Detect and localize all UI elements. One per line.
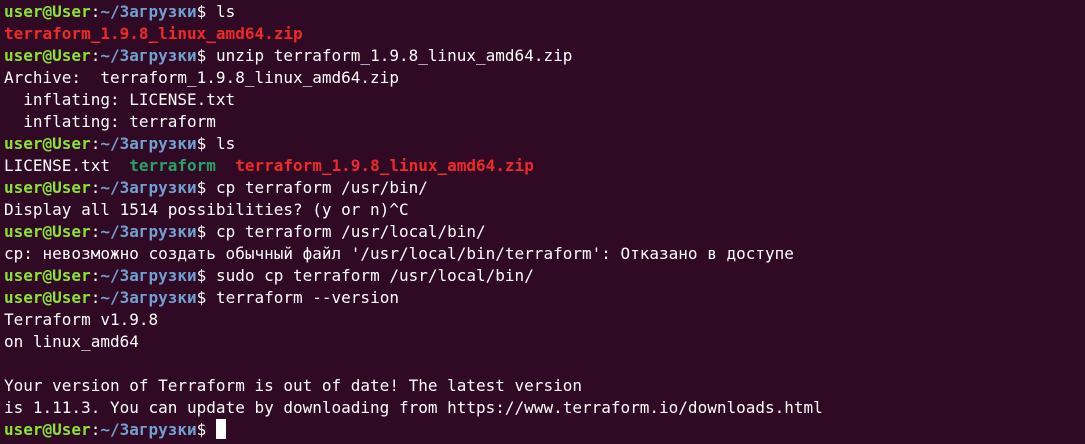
command-text: ls (215, 2, 236, 21)
prompt-colon: : (90, 222, 101, 241)
output-line: Display all 1514 possibilities? (y or n)… (4, 200, 409, 219)
prompt-symbol: $ (196, 46, 216, 65)
prompt-symbol: $ (196, 178, 216, 197)
output-line: inflating: terraform (4, 112, 216, 131)
prompt-user: user@User (4, 46, 91, 65)
prompt-line: user@User:~/Загрузки$ ls (4, 133, 1085, 155)
command-text: terraform --version (215, 288, 399, 307)
prompt-user: user@User (4, 288, 91, 307)
prompt-user: user@User (4, 178, 91, 197)
command-text: cp terraform /usr/local/bin/ (215, 222, 486, 241)
prompt-line: user@User:~/Загрузки$ sudo cp terraform … (4, 265, 1085, 287)
prompt-user: user@User (4, 2, 91, 21)
prompt-path: ~/Загрузки (100, 134, 197, 153)
prompt-path: ~/Загрузки (100, 420, 197, 439)
prompt-path: ~/Загрузки (100, 178, 197, 197)
prompt-path: ~/Загрузки (100, 2, 197, 21)
output-line: LICENSE.txt terraform terraform_1.9.8_li… (4, 155, 1085, 177)
listing-separator (216, 156, 235, 175)
prompt-colon: : (90, 46, 101, 65)
prompt-colon: : (90, 420, 101, 439)
prompt-colon: : (90, 134, 101, 153)
prompt-user: user@User (4, 266, 91, 285)
license-file-listing: LICENSE.txt (4, 156, 110, 175)
prompt-colon: : (90, 266, 101, 285)
prompt-line: user@User:~/Загрузки$ ls (4, 1, 1085, 23)
prompt-symbol: $ (196, 134, 216, 153)
prompt-symbol: $ (196, 2, 216, 21)
prompt-colon: : (90, 2, 101, 21)
output-line: Archive: terraform_1.9.8_linux_amd64.zip (4, 68, 399, 87)
prompt-symbol: $ (196, 420, 216, 439)
error-line: cp: невозможно создать обычный файл '/us… (4, 244, 794, 263)
prompt-path: ~/Загрузки (100, 288, 197, 307)
active-prompt-line[interactable]: user@User:~/Загрузки$ (4, 419, 1085, 441)
output-line: Terraform v1.9.8 (4, 310, 159, 329)
command-text: sudo cp terraform /usr/local/bin/ (215, 266, 534, 285)
text-cursor[interactable] (215, 419, 226, 439)
prompt-symbol: $ (196, 222, 216, 241)
prompt-line: user@User:~/Загрузки$ cp terraform /usr/… (4, 177, 1085, 199)
command-text: ls (215, 134, 236, 153)
prompt-line: user@User:~/Загрузки$ cp terraform /usr/… (4, 221, 1085, 243)
prompt-path: ~/Загрузки (100, 46, 197, 65)
output-line: inflating: LICENSE.txt (4, 90, 236, 109)
prompt-user: user@User (4, 420, 91, 439)
zip-file-listing: terraform_1.9.8_linux_amd64.zip (4, 24, 303, 43)
terminal-window[interactable]: user@User:~/Загрузки$ ls terraform_1.9.8… (0, 0, 1085, 444)
output-line: terraform_1.9.8_linux_amd64.zip (4, 23, 1085, 45)
output-line: on linux_amd64 (4, 332, 139, 351)
prompt-user: user@User (4, 222, 91, 241)
prompt-line: user@User:~/Загрузки$ terraform --versio… (4, 287, 1085, 309)
command-text: cp terraform /usr/bin/ (215, 178, 428, 197)
terraform-file-listing: terraform (129, 156, 216, 175)
prompt-colon: : (90, 178, 101, 197)
prompt-symbol: $ (196, 288, 216, 307)
prompt-colon: : (90, 288, 101, 307)
prompt-symbol: $ (196, 266, 216, 285)
output-line: Your version of Terraform is out of date… (4, 376, 582, 395)
prompt-path: ~/Загрузки (100, 266, 197, 285)
prompt-line: user@User:~/Загрузки$ unzip terraform_1.… (4, 45, 1085, 67)
command-text: unzip terraform_1.9.8_linux_amd64.zip (215, 46, 573, 65)
output-line: is 1.11.3. You can update by downloading… (4, 398, 823, 417)
prompt-path: ~/Загрузки (100, 222, 197, 241)
listing-separator (110, 156, 129, 175)
zip-file-listing: terraform_1.9.8_linux_amd64.zip (235, 156, 534, 175)
prompt-user: user@User (4, 134, 91, 153)
